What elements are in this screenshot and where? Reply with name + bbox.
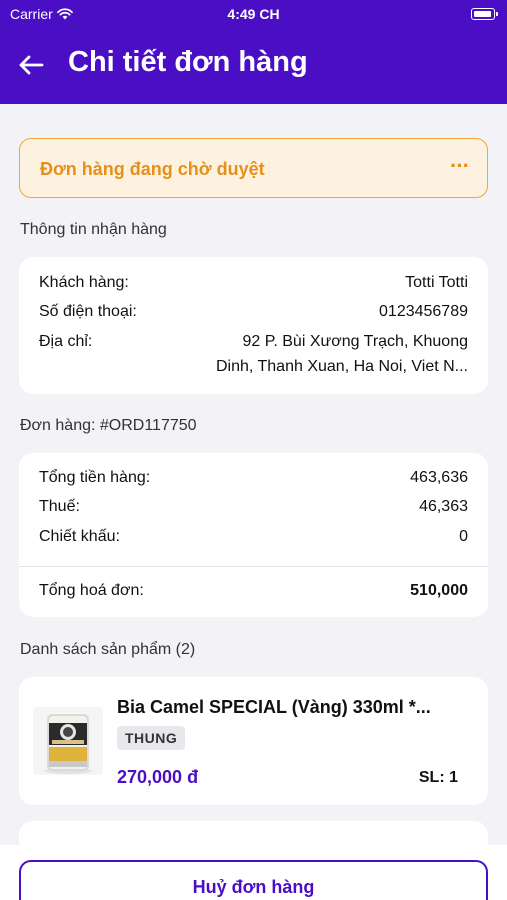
- products-section-title: Danh sách sản phẩm (2): [20, 641, 196, 658]
- back-arrow-icon: [19, 55, 44, 75]
- product-name: Bia Camel SPECIAL (Vàng) 330ml *...: [117, 697, 431, 717]
- subtotal-value: 463,636: [410, 469, 468, 486]
- total-value: 510,000: [410, 582, 468, 599]
- total-row: Tổng hoá đơn: 510,000: [39, 582, 468, 602]
- product-quantity: SL: 1: [418, 769, 458, 786]
- order-summary-card: Tổng tiền hàng: 463,636 Thuế: 46,363 Chi…: [19, 453, 488, 617]
- cancel-order-button[interactable]: Huỷ đơn hàng: [19, 860, 488, 900]
- nav-bar: Chi tiết đơn hàng: [0, 30, 507, 104]
- address-row: Địa chỉ: 92 P. Bùi Xương Trạch, Khuong D…: [39, 333, 468, 381]
- order-status-label: Đơn hàng đang chờ duyệt: [40, 159, 265, 179]
- order-status-card: Đơn hàng đang chờ duyệt ···: [19, 138, 488, 198]
- phone-value: 0123456789: [379, 303, 468, 320]
- customer-label: Khách hàng:: [39, 274, 129, 291]
- battery-icon: [471, 8, 498, 20]
- shipping-section-title: Thông tin nhận hàng: [20, 221, 167, 238]
- total-label: Tổng hoá đơn:: [39, 582, 144, 599]
- subtotal-label: Tổng tiền hàng:: [39, 469, 151, 486]
- summary-divider: [19, 566, 488, 567]
- tax-label: Thuế:: [39, 498, 80, 515]
- page-title: Chi tiết đơn hàng: [68, 46, 308, 78]
- customer-value: Totti Totti: [405, 274, 468, 291]
- address-line-1: 92 P. Bùi Xương Trạch, Khuong: [242, 333, 469, 350]
- clock: 4:49 CH: [227, 6, 280, 22]
- tax-row: Thuế: 46,363: [39, 498, 468, 518]
- back-button[interactable]: [14, 48, 48, 82]
- beer-can-icon: [33, 707, 103, 775]
- status-bar: Carrier 4:49 CH: [0, 0, 507, 30]
- product-image: [33, 707, 103, 775]
- more-options-icon[interactable]: ···: [450, 153, 470, 179]
- address-label: Địa chỉ:: [39, 333, 93, 350]
- subtotal-row: Tổng tiền hàng: 463,636: [39, 469, 468, 489]
- bottom-action-bar: Huỷ đơn hàng: [0, 845, 507, 900]
- discount-label: Chiết khấu:: [39, 528, 120, 545]
- phone-label: Số điện thoại:: [39, 303, 137, 320]
- discount-row: Chiết khấu: 0: [39, 528, 468, 548]
- product-price: 270,000 đ: [117, 767, 199, 787]
- phone-row: Số điện thoại: 0123456789: [39, 303, 468, 323]
- customer-row: Khách hàng: Totti Totti: [39, 274, 468, 294]
- shipping-info-card: Khách hàng: Totti Totti Số điện thoại: 0…: [19, 257, 488, 394]
- order-section-title: Đơn hàng: #ORD117750: [20, 417, 197, 434]
- discount-value: 0: [459, 528, 468, 545]
- product-unit-badge: THUNG: [117, 726, 186, 750]
- address-line-2: Dinh, Thanh Xuan, Ha Noi, Viet N...: [216, 358, 468, 375]
- product-card[interactable]: Bia Camel SPECIAL (Vàng) 330ml *... THUN…: [19, 677, 488, 805]
- tax-value: 46,363: [419, 498, 468, 515]
